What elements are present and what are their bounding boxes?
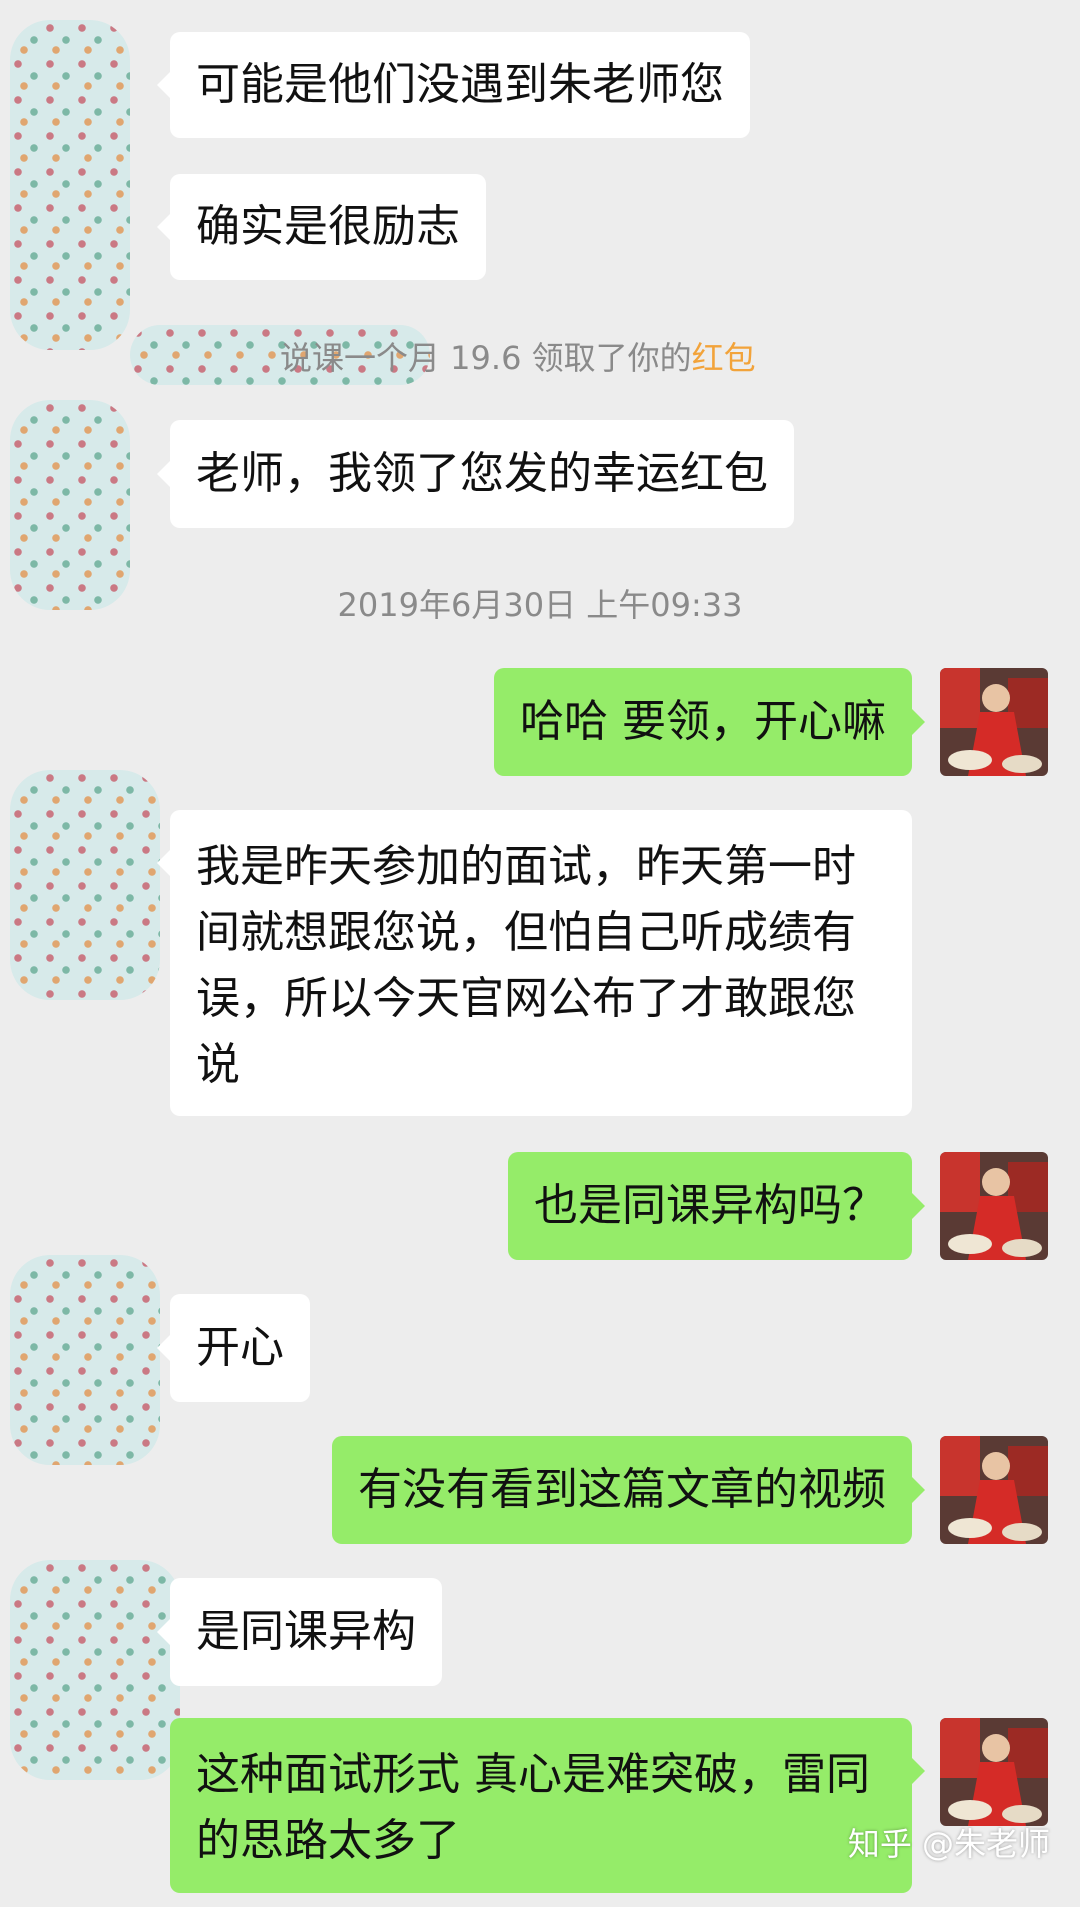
bubble-tail	[912, 1758, 925, 1784]
incoming-message-bubble[interactable]: 老师，我领了您发的幸运红包	[170, 420, 794, 528]
outgoing-message-bubble[interactable]: 这种面试形式 真心是难突破，雷同的思路太多了	[170, 1718, 912, 1893]
bubble-tail	[157, 850, 170, 876]
message-text: 我是昨天参加的面试，昨天第一时间就想跟您说，但怕自己听成绩有误，所以今天官网公布…	[196, 841, 856, 1090]
blurred-avatar-icon[interactable]	[10, 1560, 180, 1780]
message-text: 是同课异构	[196, 1606, 416, 1657]
blurred-avatar-icon[interactable]	[10, 1255, 160, 1465]
timestamp: 2019年6月30日 上午09:33	[0, 580, 1080, 626]
bubble-tail	[912, 1477, 925, 1503]
message-text: 确实是很励志	[196, 201, 460, 252]
incoming-message-bubble[interactable]: 开心	[170, 1294, 310, 1402]
bubble-tail	[157, 72, 170, 98]
teacher-avatar-icon[interactable]	[940, 1436, 1048, 1544]
outgoing-message-bubble[interactable]: 哈哈 要领，开心嘛	[494, 668, 912, 776]
incoming-message-bubble[interactable]: 确实是很励志	[170, 174, 486, 280]
red-packet-notice-text: 说课一个月 19.6 领取了你的	[280, 339, 692, 377]
teacher-avatar-icon[interactable]	[940, 1718, 1048, 1826]
bubble-tail	[157, 461, 170, 487]
red-packet-notice: 说课一个月 19.6 领取了你的红包	[0, 333, 1080, 379]
incoming-message-bubble[interactable]: 可能是他们没遇到朱老师您	[170, 32, 750, 138]
incoming-message-bubble[interactable]: 是同课异构	[170, 1578, 442, 1686]
bubble-tail	[912, 1193, 925, 1219]
incoming-message-bubble[interactable]: 我是昨天参加的面试，昨天第一时间就想跟您说，但怕自己听成绩有误，所以今天官网公布…	[170, 810, 912, 1116]
watermark: 知乎 @朱老师	[847, 1825, 1050, 1863]
timestamp-text: 2019年6月30日 上午09:33	[337, 586, 743, 624]
blurred-avatar-icon[interactable]	[10, 770, 160, 1000]
message-text: 老师，我领了您发的幸运红包	[196, 448, 768, 499]
blurred-avatar-icon[interactable]	[10, 20, 130, 350]
blurred-avatar-icon[interactable]	[10, 400, 130, 610]
bubble-tail	[912, 709, 925, 735]
message-text: 开心	[196, 1322, 284, 1373]
message-text: 这种面试形式 真心是难突破，雷同的思路太多了	[196, 1749, 870, 1866]
message-text: 哈哈 要领，开心嘛	[520, 696, 886, 747]
bubble-tail	[157, 1335, 170, 1361]
bubble-tail	[157, 214, 170, 240]
teacher-avatar-icon[interactable]	[940, 1152, 1048, 1260]
message-text: 也是同课异构吗？	[534, 1180, 886, 1231]
outgoing-message-bubble[interactable]: 有没有看到这篇文章的视频	[332, 1436, 912, 1544]
teacher-avatar-icon[interactable]	[940, 668, 1048, 776]
bubble-tail	[157, 1619, 170, 1645]
outgoing-message-bubble[interactable]: 也是同课异构吗？	[508, 1152, 912, 1260]
red-packet-link[interactable]: 红包	[692, 339, 756, 377]
message-text: 可能是他们没遇到朱老师您	[196, 59, 724, 110]
message-text: 有没有看到这篇文章的视频	[358, 1464, 886, 1515]
